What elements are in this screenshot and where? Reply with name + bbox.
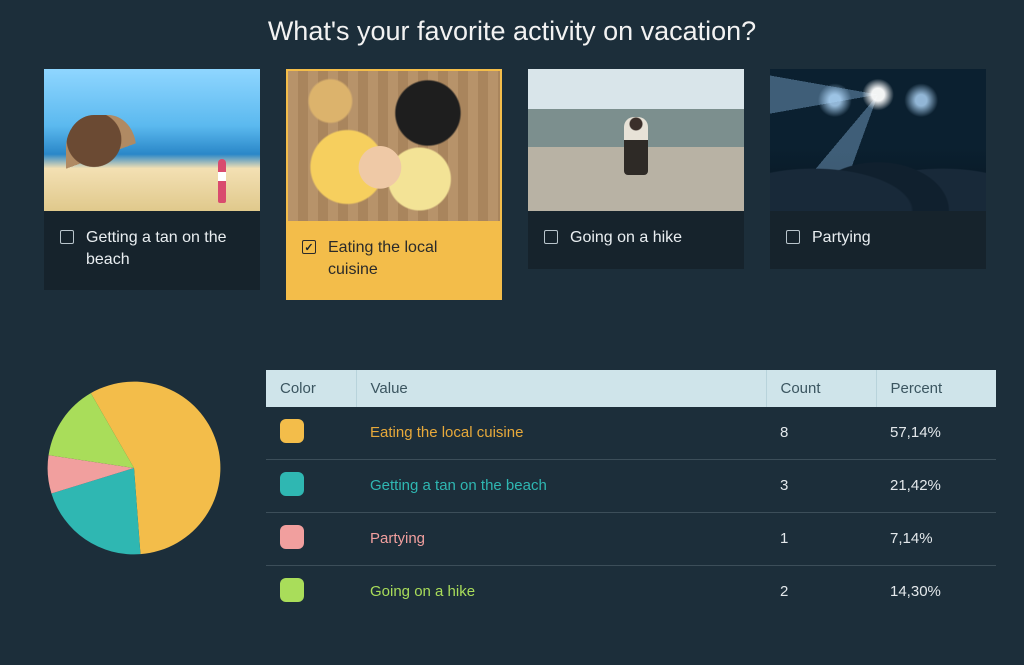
cell-count: 1 <box>766 512 876 565</box>
cell-percent: 57,14% <box>876 407 996 460</box>
cell-percent: 7,14% <box>876 512 996 565</box>
results-table-header-row: Color Value Count Percent <box>266 370 996 407</box>
option-thumbnail <box>770 69 986 211</box>
results-row: Getting a tan on the beach321,42% <box>266 459 996 512</box>
cell-count: 3 <box>766 459 876 512</box>
results-row: Eating the local cuisine857,14% <box>266 407 996 460</box>
header-percent: Percent <box>876 370 996 407</box>
option-label: Partying <box>812 227 871 249</box>
option-thumbnail <box>286 69 502 221</box>
header-color: Color <box>266 370 356 407</box>
checkbox-icon[interactable] <box>544 230 558 244</box>
checkbox-checked-icon[interactable]: ✓ <box>302 240 316 254</box>
pie-chart-container <box>44 370 244 563</box>
option-caption: ✓ Eating the local cuisine <box>286 221 502 300</box>
cell-count: 8 <box>766 407 876 460</box>
results-panel: Color Value Count Percent Eating the loc… <box>28 370 996 618</box>
cell-color <box>266 565 356 618</box>
header-value: Value <box>356 370 766 407</box>
option-label: Going on a hike <box>570 227 682 249</box>
color-swatch-icon <box>280 525 304 549</box>
option-caption: Going on a hike <box>528 211 744 269</box>
option-caption: Getting a tan on the beach <box>44 211 260 290</box>
option-caption: Partying <box>770 211 986 269</box>
results-row: Partying17,14% <box>266 512 996 565</box>
cell-value: Partying <box>356 512 766 565</box>
option-card-2[interactable]: Going on a hike <box>528 69 744 269</box>
cell-percent: 21,42% <box>876 459 996 512</box>
pie-chart <box>44 378 224 558</box>
cell-color <box>266 459 356 512</box>
header-count: Count <box>766 370 876 407</box>
option-thumbnail <box>44 69 260 211</box>
cell-value: Getting a tan on the beach <box>356 459 766 512</box>
cell-color <box>266 512 356 565</box>
options-row: Getting a tan on the beach ✓ Eating the lo… <box>34 69 996 300</box>
cell-count: 2 <box>766 565 876 618</box>
results-table: Color Value Count Percent Eating the loc… <box>266 370 996 618</box>
option-card-1[interactable]: ✓ Eating the local cuisine <box>286 69 502 300</box>
cell-percent: 14,30% <box>876 565 996 618</box>
checkbox-icon[interactable] <box>786 230 800 244</box>
color-swatch-icon <box>280 419 304 443</box>
color-swatch-icon <box>280 472 304 496</box>
checkbox-icon[interactable] <box>60 230 74 244</box>
cell-value: Eating the local cuisine <box>356 407 766 460</box>
cell-color <box>266 407 356 460</box>
option-thumbnail <box>528 69 744 211</box>
option-label: Getting a tan on the beach <box>86 227 244 272</box>
results-row: Going on a hike214,30% <box>266 565 996 618</box>
option-label: Eating the local cuisine <box>328 237 486 282</box>
option-card-0[interactable]: Getting a tan on the beach <box>44 69 260 290</box>
color-swatch-icon <box>280 578 304 602</box>
cell-value: Going on a hike <box>356 565 766 618</box>
option-card-3[interactable]: Partying <box>770 69 986 269</box>
question-title: What's your favorite activity on vacatio… <box>28 16 996 47</box>
